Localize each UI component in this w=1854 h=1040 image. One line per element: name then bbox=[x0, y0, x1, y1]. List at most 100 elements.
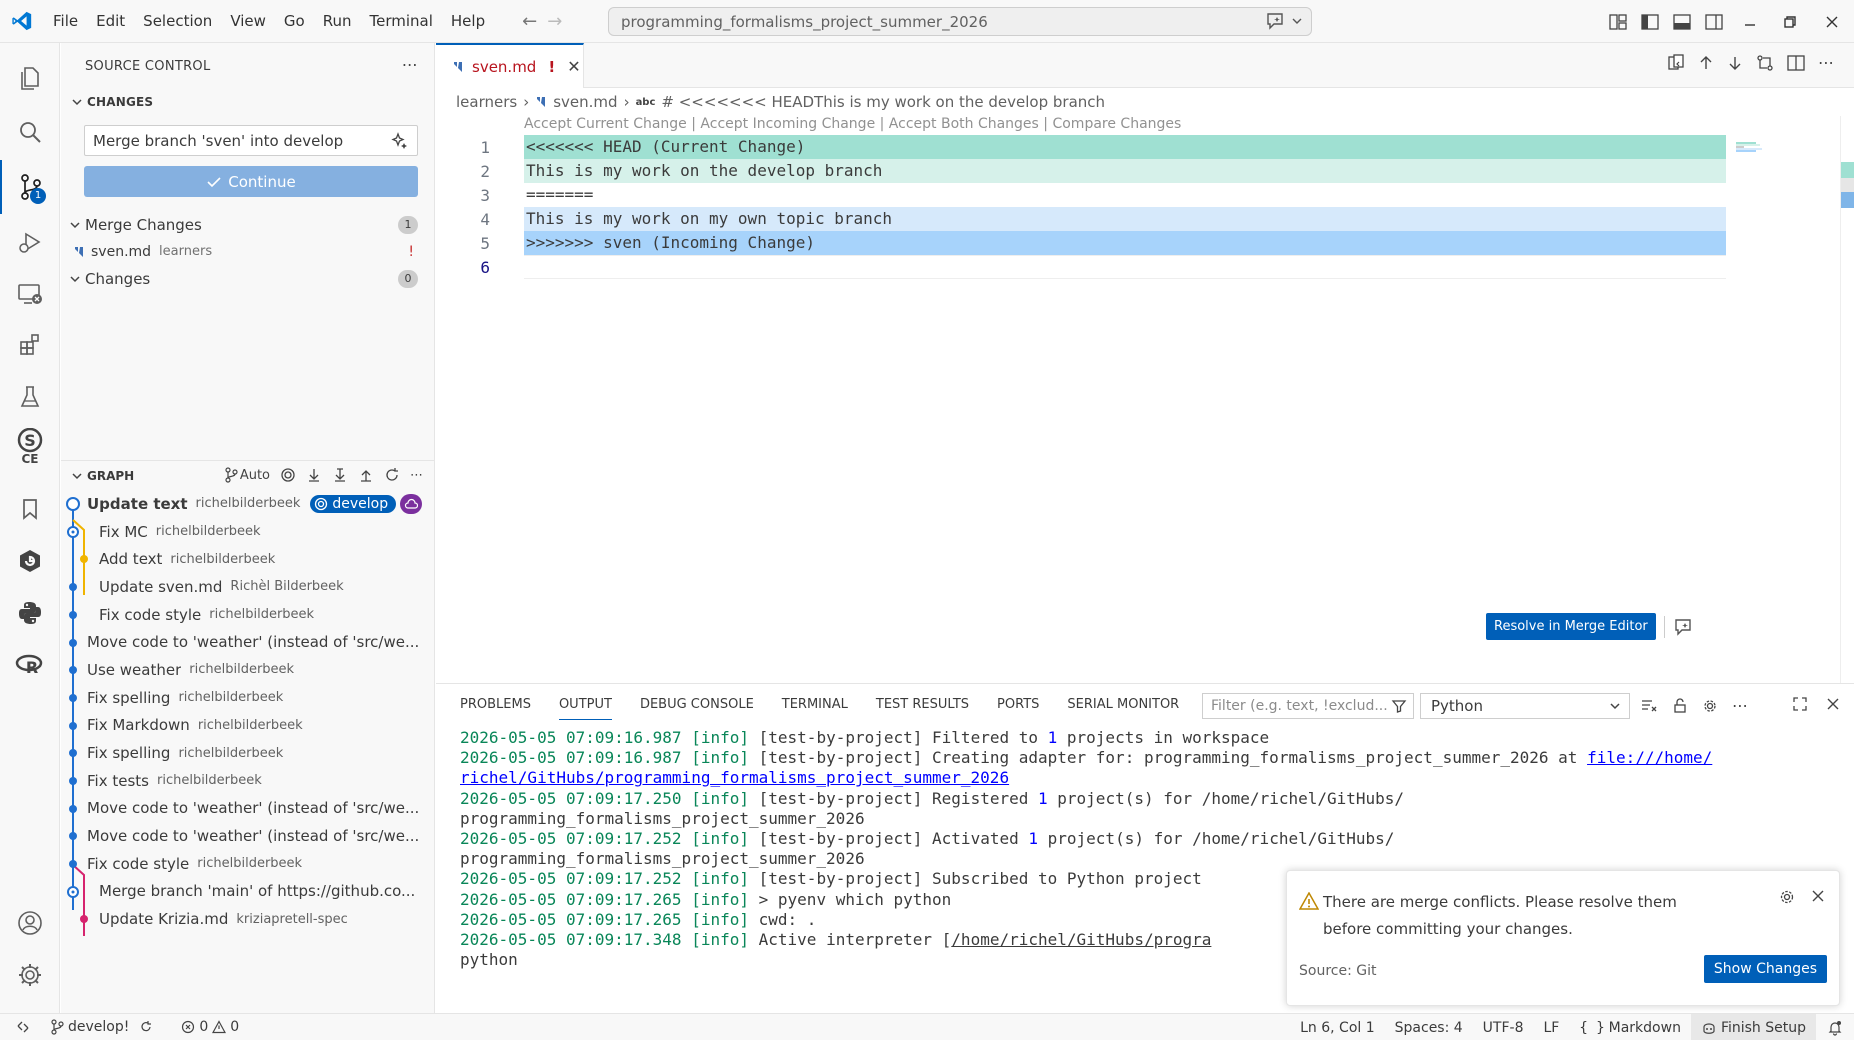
tab-output[interactable]: OUTPUT bbox=[558, 684, 612, 726]
remote-explorer-icon[interactable] bbox=[0, 267, 60, 321]
tab-debug-console[interactable]: DEBUG CONSOLE bbox=[640, 684, 754, 726]
fetch-icon[interactable] bbox=[306, 467, 322, 483]
gitkraken-icon[interactable] bbox=[0, 534, 60, 588]
graph-section-header[interactable]: GRAPH Auto ⋯ bbox=[61, 460, 434, 490]
extensions-icon[interactable] bbox=[0, 318, 60, 372]
run-debug-icon[interactable] bbox=[0, 215, 60, 269]
menu-selection[interactable]: Selection bbox=[134, 0, 221, 43]
breadcrumb-symbol[interactable]: # <<<<<<< HEADThis is my work on the dev… bbox=[661, 93, 1105, 111]
minimap[interactable] bbox=[1726, 116, 1854, 683]
chat-icon[interactable] bbox=[1265, 12, 1285, 30]
search-icon[interactable] bbox=[0, 105, 60, 159]
back-arrow-icon[interactable]: ← bbox=[522, 11, 537, 32]
more-actions-icon[interactable]: ⋯ bbox=[402, 55, 418, 74]
indentation[interactable]: Spaces: 4 bbox=[1385, 1014, 1473, 1040]
notifications-bell-icon[interactable] bbox=[1816, 1014, 1854, 1040]
close-panel-icon[interactable] bbox=[1826, 697, 1840, 711]
compiler-explorer-icon[interactable]: S CE bbox=[0, 420, 60, 474]
clear-output-icon[interactable] bbox=[1640, 698, 1658, 714]
close-tab-icon[interactable]: ✕ bbox=[567, 57, 580, 76]
testing-flask-icon[interactable] bbox=[0, 370, 60, 424]
file-link[interactable]: richel/GitHubs/programming_formalisms_pr… bbox=[460, 768, 1009, 787]
maximize-panel-icon[interactable] bbox=[1792, 696, 1808, 712]
filter-icon[interactable] bbox=[1391, 698, 1407, 714]
open-changes-icon[interactable] bbox=[1667, 53, 1685, 72]
overview-ruler[interactable] bbox=[1840, 116, 1854, 683]
toggle-secondary-sidebar-icon[interactable] bbox=[1698, 0, 1730, 43]
tab-problems[interactable]: PROBLEMS bbox=[460, 684, 531, 726]
graph-commit-head[interactable]: Update text richelbilderbeek develop bbox=[61, 490, 434, 518]
previous-conflict-icon[interactable] bbox=[1698, 55, 1714, 71]
tab-test-results[interactable]: TEST RESULTS bbox=[876, 684, 969, 726]
r-language-icon[interactable]: R bbox=[0, 638, 60, 692]
graph-branch-picker[interactable]: Auto bbox=[224, 467, 270, 483]
finish-setup-button[interactable]: Finish Setup bbox=[1690, 1014, 1816, 1040]
graph-commit[interactable]: Fix spelling richelbilderbeek bbox=[61, 739, 434, 767]
graph-commit[interactable]: Fix MC richelbilderbeek bbox=[61, 518, 434, 546]
graph-commit[interactable]: Fix tests richelbilderbeek bbox=[61, 767, 434, 795]
graph-commit[interactable]: Fix spelling richelbilderbeek bbox=[61, 684, 434, 712]
output-channel-select[interactable]: Python bbox=[1420, 693, 1630, 719]
remote-indicator[interactable] bbox=[0, 1014, 42, 1040]
breadcrumb-file[interactable]: sven.md bbox=[553, 93, 617, 111]
layout-customize-icon[interactable] bbox=[1602, 0, 1634, 43]
graph-commit[interactable]: Merge branch 'main' of https://github.co… bbox=[61, 878, 434, 906]
close-window-icon[interactable] bbox=[1810, 0, 1854, 43]
chat-icon[interactable] bbox=[1673, 618, 1693, 636]
graph-commit[interactable]: Move code to 'weather' (instead of 'src/… bbox=[61, 822, 434, 850]
python-icon[interactable] bbox=[0, 586, 60, 640]
encoding[interactable]: UTF-8 bbox=[1473, 1014, 1534, 1040]
end-of-line[interactable]: LF bbox=[1533, 1014, 1569, 1040]
output-settings-gear-icon[interactable] bbox=[1702, 698, 1718, 714]
branch-pill[interactable]: develop bbox=[310, 494, 397, 513]
pull-icon[interactable] bbox=[332, 467, 348, 483]
tab-terminal[interactable]: TERMINAL bbox=[782, 684, 848, 726]
continue-button[interactable]: Continue bbox=[84, 166, 418, 197]
graph-commit[interactable]: Add text richelbilderbeek bbox=[61, 545, 434, 573]
changes-group[interactable]: Changes 0 bbox=[61, 265, 434, 292]
lock-scroll-icon[interactable] bbox=[1672, 697, 1688, 714]
refresh-icon[interactable] bbox=[384, 467, 400, 483]
next-conflict-icon[interactable] bbox=[1727, 55, 1743, 71]
problems-status[interactable]: 0 0 bbox=[173, 1014, 247, 1040]
bookmarks-icon[interactable] bbox=[0, 482, 60, 536]
go-to-current-icon[interactable] bbox=[280, 467, 296, 483]
changes-section-header[interactable]: CHANGES bbox=[61, 89, 434, 115]
branch-status[interactable]: develop! bbox=[42, 1014, 161, 1040]
graph-commit[interactable]: Fix code style richelbilderbeek bbox=[61, 850, 434, 878]
source-control-icon[interactable]: 1 bbox=[0, 160, 60, 214]
breadcrumb-folder[interactable]: learners bbox=[456, 93, 517, 111]
toggle-panel-icon[interactable] bbox=[1666, 0, 1698, 43]
cursor-position[interactable]: Ln 6, Col 1 bbox=[1290, 1014, 1385, 1040]
commit-message-input[interactable]: Merge branch 'sven' into develop bbox=[84, 125, 418, 156]
resolve-in-merge-editor-button[interactable]: Resolve in Merge Editor bbox=[1486, 613, 1656, 640]
code-lines[interactable]: 1 <<<<<<< HEAD (Current Change) 2 This i… bbox=[436, 135, 1726, 279]
menu-help[interactable]: Help bbox=[442, 0, 494, 43]
output-filter-input[interactable]: Filter (e.g. text, !exclud... bbox=[1202, 693, 1414, 719]
merge-file-item[interactable]: sven.md learners ! bbox=[61, 238, 434, 265]
tab-sven-md[interactable]: sven.md ! ✕ bbox=[436, 43, 584, 88]
menu-terminal[interactable]: Terminal bbox=[361, 0, 442, 43]
menu-run[interactable]: Run bbox=[314, 0, 361, 43]
notification-settings-gear-icon[interactable] bbox=[1779, 889, 1795, 905]
compare-icon[interactable] bbox=[1756, 54, 1774, 72]
menu-file[interactable]: File bbox=[44, 0, 87, 43]
chevron-down-icon[interactable] bbox=[1291, 15, 1303, 27]
graph-commit[interactable]: Move code to 'weather' (instead of 'src/… bbox=[61, 795, 434, 823]
graph-commit[interactable]: Update sven.md Richèl Bilderbeek bbox=[61, 573, 434, 601]
graph-more-icon[interactable]: ⋯ bbox=[410, 468, 423, 483]
menu-view[interactable]: View bbox=[221, 0, 275, 43]
file-link[interactable]: file:///home/ bbox=[1587, 748, 1712, 767]
explorer-icon[interactable] bbox=[0, 51, 60, 105]
manage-gear-icon[interactable] bbox=[0, 948, 60, 1002]
forward-arrow-icon[interactable]: → bbox=[547, 11, 562, 32]
graph-commit[interactable]: Fix code style richelbilderbeek bbox=[61, 601, 434, 629]
language-mode[interactable]: { } Markdown bbox=[1569, 1014, 1691, 1040]
graph-commit[interactable]: Update Krizia.md kriziapretell-spec bbox=[61, 905, 434, 933]
tab-serial-monitor[interactable]: SERIAL MONITOR bbox=[1067, 684, 1179, 726]
toggle-primary-sidebar-icon[interactable] bbox=[1634, 0, 1666, 43]
merge-changes-group[interactable]: Merge Changes 1 bbox=[61, 211, 434, 238]
graph-commit[interactable]: Fix Markdown richelbilderbeek bbox=[61, 712, 434, 740]
tab-ports[interactable]: PORTS bbox=[997, 684, 1039, 726]
close-notification-icon[interactable] bbox=[1811, 889, 1825, 905]
